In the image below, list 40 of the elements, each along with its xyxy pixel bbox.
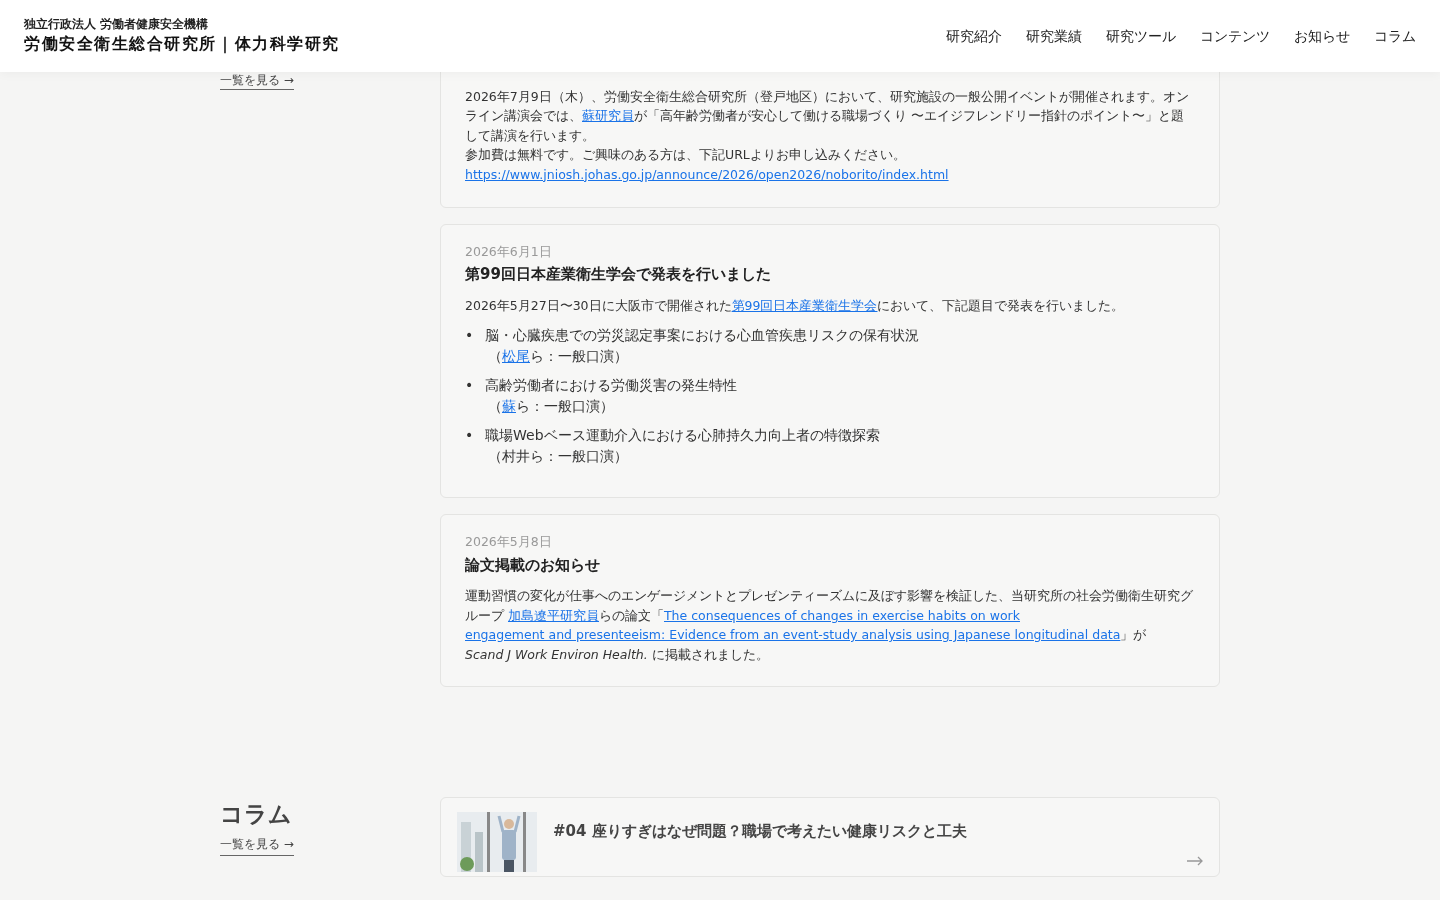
- organization-name: 独立行政法人 労働者健康安全機構: [24, 15, 209, 33]
- list-item-note: （松尾 ら：一般口演）: [487, 347, 629, 367]
- news-title: 論文掲載のお知らせ: [465, 554, 601, 576]
- column-title: #04 座りすぎはなぜ問題？職場で考えたい健康リスクと工夫: [553, 820, 968, 842]
- nav-link[interactable]: コンテンツ: [1200, 25, 1270, 47]
- nav-link[interactable]: お知らせ: [1294, 25, 1350, 47]
- view-all-link[interactable]: 一覧を見る →: [220, 835, 294, 857]
- list-item-note: （蘇 ら：一般口演）: [487, 397, 615, 417]
- arrow-icon: [1187, 855, 1203, 866]
- nav-link[interactable]: コラム: [1374, 25, 1416, 47]
- news-paragraph: 参加費は無料です。ご興味のある方は、下記URLよりお申し込みください。: [465, 146, 907, 165]
- site-title[interactable]: 労働安全衛生総合研究所｜体力科学研究: [24, 33, 340, 57]
- journal-name: Scand J Work Environ Health.: [465, 646, 648, 662]
- nav-link[interactable]: 研究業績: [1026, 25, 1082, 47]
- bullet: •: [465, 376, 475, 396]
- news-date: 2026年6月1日: [465, 242, 553, 261]
- list-item-title: 高齢労働者における労働災害の発生特性: [485, 376, 737, 396]
- nav-link[interactable]: 研究紹介: [946, 25, 1002, 47]
- text-link[interactable]: 蘇研究員: [582, 108, 634, 124]
- news-title: 第99回日本産業衛生学会で発表を行いました: [465, 264, 772, 286]
- column-card[interactable]: #04 座りすぎはなぜ問題？職場で考えたい健康リスクと工夫: [440, 796, 1220, 877]
- text-link[interactable]: The consequences of changes in exercise habits on work: [664, 607, 1020, 623]
- list-item-title: 職場Webベース運動介入における心肺持久力向上者の特徴探索: [485, 426, 880, 446]
- news-date: 2026年5月8日: [465, 533, 553, 552]
- news-paragraph: 運動習慣の変化が仕事へのエンゲージメントとプレゼンティーズムに及ぼす影響を検証した、当研究所の社会労働衛生研究グループ 加島遼平研究員らの論文「The consequences of changes in exercise habits on work engagement and presenteeism: Evidence from an event-study analysis using Japanese longitudinal data」が Scand J Work Environ Health. に掲載されました。: [465, 587, 1194, 664]
- news-paragraph: 2026年5月27日〜30日に大阪市で開催された第99回日本産業衛生学会において、下記題目で発表を行いました。: [465, 296, 1126, 315]
- text-link[interactable]: 蘇: [502, 398, 516, 415]
- bullet: •: [465, 326, 475, 346]
- section-heading: コラム: [220, 799, 293, 829]
- text-link[interactable]: engagement and presenteeism: Evidence from an event-study analysis using Japanese longitudinal data: [465, 627, 1121, 643]
- bullet: •: [465, 426, 475, 446]
- list-item-title: 脳・心臓疾患での労災認定事案における心血管疾患リスクの保有状況: [485, 326, 919, 346]
- text-link[interactable]: 加島遼平研究員: [508, 607, 599, 623]
- text-link[interactable]: 松尾: [502, 348, 530, 365]
- news-paragraph: 2026年7月9日（木）、労働安全衛生総合研究所（登戸地区）において、研究施設の一般公開イベントが開催されます。オンライン講演会では、蘇研究員が「高年齢労働者が安心して働ける職場づくり 〜エイジフレンドリー指針のポイント〜」と題して講演を行います。: [465, 88, 1190, 145]
- view-all-link[interactable]: 一覧を見る →: [220, 73, 294, 90]
- url-link[interactable]: https://www.jniosh.johas.go.jp/announce/2026/open2026/noborito/index.html: [465, 164, 949, 185]
- text-link[interactable]: 第99回日本産業衛生学会: [731, 297, 878, 313]
- list-item-note: （村井ら：一般口演）: [487, 447, 629, 467]
- nav-link[interactable]: 研究ツール: [1106, 25, 1176, 47]
